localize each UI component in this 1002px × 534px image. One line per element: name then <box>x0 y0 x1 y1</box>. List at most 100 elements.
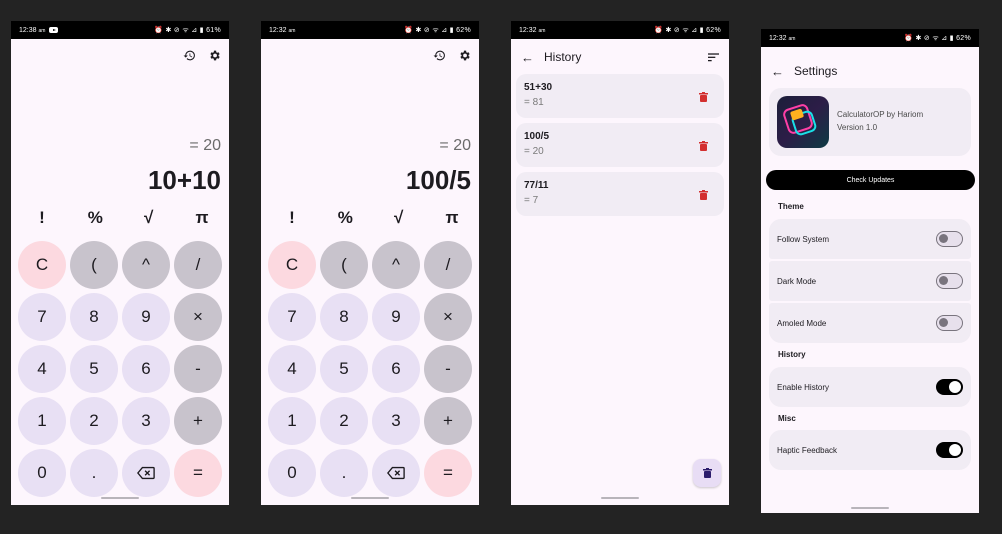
gear-icon[interactable] <box>458 49 471 62</box>
digit-5-key[interactable]: 5 <box>320 345 368 393</box>
decimal-key[interactable]: . <box>320 449 368 497</box>
status-time: 12:32 am <box>269 26 296 34</box>
history-item[interactable]: 77/11 = 7 <box>516 172 724 216</box>
row-label: Follow System <box>777 234 830 244</box>
status-time: 12:38 am <box>19 26 46 34</box>
power-key[interactable]: ^ <box>372 241 420 289</box>
row-label: Enable History <box>777 382 830 392</box>
function-key[interactable]: π <box>178 208 226 228</box>
digit-9-key[interactable]: 9 <box>372 293 420 341</box>
equals-key[interactable]: = <box>424 449 472 497</box>
history-icon[interactable] <box>183 49 196 62</box>
status-bar: 12:32 am ⏰ ✱ ⊘ ᯤ ⊿ ▮ 62% <box>761 29 979 47</box>
keypad: C(^/ 7 8 9 × 4 5 6- 1 2 3 +0. = <box>18 241 226 497</box>
function-key[interactable]: % <box>71 208 119 228</box>
history-item[interactable]: 51+30 = 81 <box>516 74 724 118</box>
function-key[interactable]: √ <box>375 208 423 228</box>
delete-icon[interactable] <box>699 190 708 200</box>
digit-3-key[interactable]: 3 <box>372 397 420 445</box>
sort-icon[interactable] <box>708 52 719 62</box>
follow-system-toggle[interactable] <box>936 231 963 247</box>
delete-all-icon <box>702 468 712 478</box>
multiply-key[interactable]: × <box>424 293 472 341</box>
digit-8-key[interactable]: 8 <box>70 293 118 341</box>
history-screen: 12:32 am ⏰ ✱ ⊘ ᯤ ⊿ ▮ 62% ← History 51+30… <box>511 21 729 505</box>
status-bar: 12:38 am ⏰ ✱ ⊘ ᯤ ⊿ ▮ 61% <box>11 21 229 39</box>
plus-key[interactable]: + <box>174 397 222 445</box>
digit-9-key[interactable]: 9 <box>122 293 170 341</box>
open-paren-key[interactable]: ( <box>320 241 368 289</box>
page-title: Settings <box>794 64 838 78</box>
backspace-key[interactable] <box>372 449 420 497</box>
digit-2-key[interactable]: 2 <box>70 397 118 445</box>
digit-4-key[interactable]: 4 <box>268 345 316 393</box>
calculator-screen-1: 12:38 am ⏰ ✱ ⊘ ᯤ ⊿ ▮ 61% = 20 10+10 !% √ π… <box>11 21 229 505</box>
back-arrow-icon[interactable]: ← <box>521 50 534 65</box>
expression-display[interactable]: 10+10 <box>148 165 221 196</box>
status-bar: 12:32 am ⏰ ✱ ⊘ ᯤ ⊿ ▮ 62% <box>511 21 729 39</box>
row-label: Haptic Feedback <box>777 445 838 455</box>
digit-0-key[interactable]: 0 <box>268 449 316 497</box>
gear-icon[interactable] <box>208 49 221 62</box>
function-key[interactable]: ! <box>18 208 66 228</box>
history-expression: 100/5 <box>524 131 550 142</box>
function-key[interactable]: ! <box>268 208 316 228</box>
digit-8-key[interactable]: 8 <box>320 293 368 341</box>
power-key[interactable]: ^ <box>122 241 170 289</box>
follow-system-row[interactable]: Follow System <box>769 219 971 259</box>
status-time: 12:32 am <box>519 26 546 34</box>
clear-key[interactable]: C <box>18 241 66 289</box>
digit-0-key[interactable]: 0 <box>18 449 66 497</box>
digit-6-key[interactable]: 6 <box>372 345 420 393</box>
backspace-key[interactable] <box>122 449 170 497</box>
haptic-feedback-toggle[interactable] <box>936 442 963 458</box>
amoled-mode-toggle[interactable] <box>936 315 963 331</box>
delete-icon[interactable] <box>699 92 708 102</box>
app-info-card: CalculatorOP by Hariom Version 1.0 <box>769 88 971 156</box>
dark-mode-row[interactable]: Dark Mode <box>769 261 971 301</box>
digit-3-key[interactable]: 3 <box>122 397 170 445</box>
multiply-key[interactable]: × <box>174 293 222 341</box>
digit-2-key[interactable]: 2 <box>320 397 368 445</box>
delete-icon[interactable] <box>699 141 708 151</box>
function-key[interactable]: √ <box>125 208 173 228</box>
clear-key[interactable]: C <box>268 241 316 289</box>
history-icon[interactable] <box>433 49 446 62</box>
digit-1-key[interactable]: 1 <box>18 397 66 445</box>
clear-history-fab[interactable] <box>693 459 721 487</box>
open-paren-key[interactable]: ( <box>70 241 118 289</box>
digit-5-key[interactable]: 5 <box>70 345 118 393</box>
minus-key[interactable]: - <box>424 345 472 393</box>
function-key[interactable]: % <box>321 208 369 228</box>
dark-mode-toggle[interactable] <box>936 273 963 289</box>
digit-4-key[interactable]: 4 <box>18 345 66 393</box>
digit-7-key[interactable]: 7 <box>18 293 66 341</box>
function-row: !% √ π <box>18 208 226 228</box>
history-result: = 7 <box>524 195 539 206</box>
minus-key[interactable]: - <box>174 345 222 393</box>
status-bar: 12:32 am ⏰ ✱ ⊘ ᯤ ⊿ ▮ 62% <box>261 21 479 39</box>
divide-key[interactable]: / <box>174 241 222 289</box>
divide-key[interactable]: / <box>424 241 472 289</box>
equals-key[interactable]: = <box>174 449 222 497</box>
enable-history-row[interactable]: Enable History <box>769 367 971 407</box>
decimal-key[interactable]: . <box>70 449 118 497</box>
gesture-bar <box>351 497 389 499</box>
history-item[interactable]: 100/5 = 20 <box>516 123 724 167</box>
digit-1-key[interactable]: 1 <box>268 397 316 445</box>
check-updates-button[interactable]: Check Updates <box>766 170 975 190</box>
haptic-feedback-row[interactable]: Haptic Feedback <box>769 430 971 470</box>
status-icons: ⏰ ✱ ⊘ ᯤ ⊿ ▮ 62% <box>654 26 721 34</box>
digit-6-key[interactable]: 6 <box>122 345 170 393</box>
gesture-bar <box>601 497 639 499</box>
expression-display[interactable]: 100/5 <box>406 165 471 196</box>
amoled-mode-row[interactable]: Amoled Mode <box>769 303 971 343</box>
digit-7-key[interactable]: 7 <box>268 293 316 341</box>
history-expression: 77/11 <box>524 180 549 191</box>
back-arrow-icon[interactable]: ← <box>771 64 784 79</box>
function-key[interactable]: π <box>428 208 476 228</box>
plus-key[interactable]: + <box>424 397 472 445</box>
section-header-theme: Theme <box>778 202 804 211</box>
enable-history-toggle[interactable] <box>936 379 963 395</box>
youtube-notification-icon <box>49 27 59 33</box>
